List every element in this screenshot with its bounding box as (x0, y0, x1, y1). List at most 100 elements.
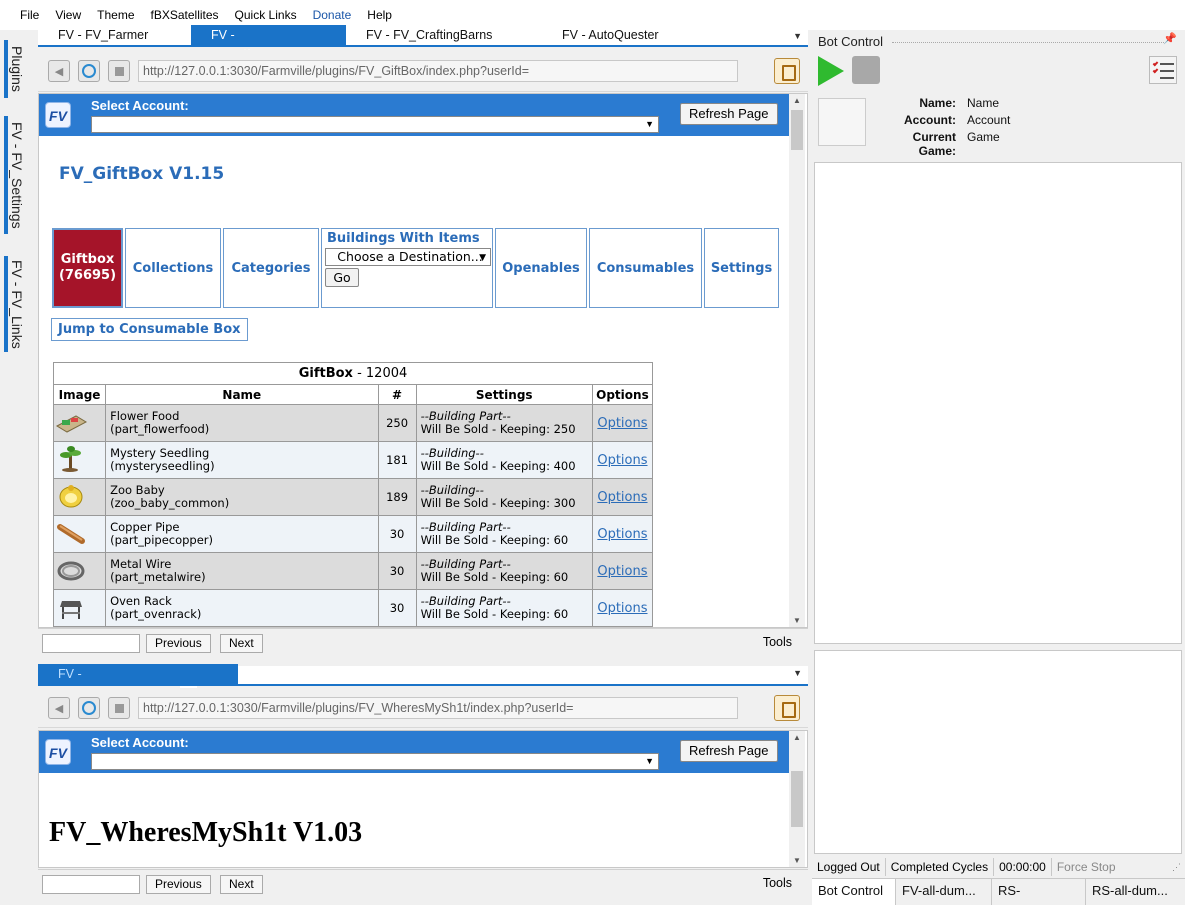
account-header: FV Select Account: ▼ Refresh Page (39, 731, 789, 773)
tab-fv-wheresmysh1t[interactable]: FV - FV_WheresMySh1t✕ (38, 664, 238, 701)
log-area-bottom (814, 650, 1182, 854)
scroll-down-icon[interactable]: ▼ (789, 856, 805, 865)
chevron-down-icon: ▼ (645, 119, 654, 129)
scroll-down-icon[interactable]: ▼ (789, 616, 805, 625)
item-code: (part_pipecopper) (110, 533, 214, 547)
tab-giftbox[interactable]: Giftbox (76695) (52, 228, 123, 308)
url-bar[interactable]: http://127.0.0.1:3030/Farmville/plugins/… (138, 697, 738, 719)
resize-grip-icon[interactable]: ⋰ (1172, 862, 1181, 873)
item-settings-cell: --Building Part-- Will Be Sold - Keeping:… (415, 589, 593, 627)
tab-consumables[interactable]: Consumables (589, 228, 702, 308)
go-button[interactable]: Go (325, 268, 359, 287)
account-select[interactable]: ▼ (91, 753, 659, 770)
check-icon (1152, 67, 1159, 74)
refresh-page-button[interactable]: Refresh Page (680, 740, 778, 762)
tab-rs-all-dum[interactable]: RS-all-dum... (1086, 879, 1185, 905)
options-link[interactable]: Options (591, 441, 654, 479)
stop-button[interactable] (108, 60, 130, 82)
options-link[interactable]: Options (591, 515, 654, 553)
top-tab-strip: FV - FV_Farmer FV - FV_GiftBox✕ FV - FV_… (38, 25, 808, 62)
item-name: Copper Pipe (110, 520, 180, 534)
item-type: --Building Part-- (420, 594, 511, 608)
giftbox-count: (76695) (58, 268, 117, 283)
vtab-fv-links[interactable]: FV - FV_Links (4, 256, 26, 352)
clipboard-icon[interactable] (774, 695, 800, 721)
item-type: --Building-- (420, 483, 484, 497)
vtab-fv-settings[interactable]: FV - FV_Settings (4, 116, 26, 234)
scroll-thumb[interactable] (791, 110, 803, 150)
tab-collections-label: Collections (132, 260, 214, 276)
tab-openables[interactable]: Openables (495, 228, 587, 308)
tab-list-dropdown-icon[interactable]: ▼ (793, 668, 802, 678)
mystery-seedling-icon (60, 445, 81, 472)
item-name: Metal Wire (110, 557, 172, 571)
next-button[interactable]: Next (220, 634, 263, 653)
tab-list-dropdown-icon[interactable]: ▼ (793, 31, 802, 41)
stop-icon (114, 703, 124, 713)
item-settings-cell: --Building Part-- Will Be Sold - Keeping:… (415, 515, 593, 553)
stop-icon[interactable] (852, 56, 880, 84)
clipboard-icon[interactable] (774, 58, 800, 84)
account-value: Account (967, 113, 1011, 127)
pin-icon[interactable]: 📌 (1163, 32, 1177, 45)
options-link[interactable]: Options (591, 589, 654, 627)
buildings-with-items-label[interactable]: Buildings With Items (327, 231, 480, 246)
force-stop-button[interactable]: Force Stop (1052, 858, 1121, 876)
account-select[interactable]: ▼ (91, 116, 659, 133)
fv-logo-icon: FV (45, 102, 71, 128)
options-link[interactable]: Options (591, 478, 654, 516)
tab-fv-farmer[interactable]: FV - FV_Farmer (38, 25, 191, 45)
stop-button[interactable] (108, 697, 130, 719)
reload-button[interactable] (78, 60, 100, 82)
copper-pipe-icon (57, 523, 85, 544)
table-row: Zoo Baby (zoo_baby_common) 189 --Building… (52, 478, 654, 516)
stop-icon (114, 66, 124, 76)
tab-settings-label: Settings (710, 260, 773, 276)
account-header: FV Select Account: ▼ Refresh Page (39, 94, 789, 136)
task-list-icon[interactable] (1149, 56, 1177, 84)
tab-fv-giftbox[interactable]: FV - FV_GiftBox✕ (191, 25, 346, 62)
vtab-plugins[interactable]: Plugins (4, 40, 26, 98)
bottom-tab-strip: FV - FV_WheresMySh1t✕ ▼ (38, 664, 808, 701)
scroll-thumb[interactable] (791, 771, 803, 827)
destination-select[interactable]: Choose a Destination... ▼ (325, 248, 491, 266)
tab-fv-craftingbarns[interactable]: FV - FV_CraftingBarns (346, 25, 542, 45)
destination-select-value: Choose a Destination... (337, 249, 483, 264)
page-scrollbar[interactable]: ▲ ▼ (789, 94, 805, 627)
oven-rack-icon (60, 600, 82, 619)
options-link[interactable]: Options (591, 552, 654, 590)
tab-rs[interactable]: RS- (992, 879, 1086, 905)
tab-bot-control[interactable]: Bot Control (812, 879, 896, 905)
previous-button[interactable]: Previous (146, 875, 211, 894)
back-button[interactable]: ◀ (48, 60, 70, 82)
flower-food-icon (55, 414, 88, 433)
jump-to-consumable-box-button[interactable]: Jump to Consumable Box (51, 318, 248, 341)
back-button[interactable]: ◀ (48, 697, 70, 719)
play-icon[interactable] (818, 56, 844, 86)
reload-button[interactable] (78, 697, 100, 719)
tab-fv-all-dum[interactable]: FV-all-dum... (896, 879, 992, 905)
item-count: 250 (377, 404, 417, 442)
tools-menu[interactable]: Tools (763, 876, 792, 890)
tab-categories[interactable]: Categories (223, 228, 319, 308)
giftbox-table: GiftBox - 12004 Image Name # Settings Op… (52, 362, 654, 627)
next-button[interactable]: Next (220, 875, 263, 894)
tab-collections[interactable]: Collections (125, 228, 221, 308)
scroll-up-icon[interactable]: ▲ (789, 96, 805, 105)
options-link[interactable]: Options (591, 404, 654, 442)
search-input[interactable] (42, 634, 140, 653)
refresh-page-button[interactable]: Refresh Page (680, 103, 778, 125)
tools-menu[interactable]: Tools (763, 635, 792, 649)
previous-button[interactable]: Previous (146, 634, 211, 653)
tab-settings[interactable]: Settings (704, 228, 779, 308)
scroll-up-icon[interactable]: ▲ (789, 733, 805, 742)
tab-fv-autoquester[interactable]: FV - AutoQuester (542, 25, 722, 45)
left-tab-strip: Plugins FV - FV_Settings FV - FV_Links (0, 30, 30, 905)
zoo-baby-icon (59, 484, 83, 507)
search-input[interactable] (42, 875, 140, 894)
page-scrollbar[interactable]: ▲ ▼ (789, 731, 805, 867)
url-bar[interactable]: http://127.0.0.1:3030/Farmville/plugins/… (138, 60, 738, 82)
table-header-row: Image Name # Settings Options (52, 384, 654, 405)
item-type: --Building-- (420, 446, 484, 460)
name-value: Name (967, 96, 1000, 110)
